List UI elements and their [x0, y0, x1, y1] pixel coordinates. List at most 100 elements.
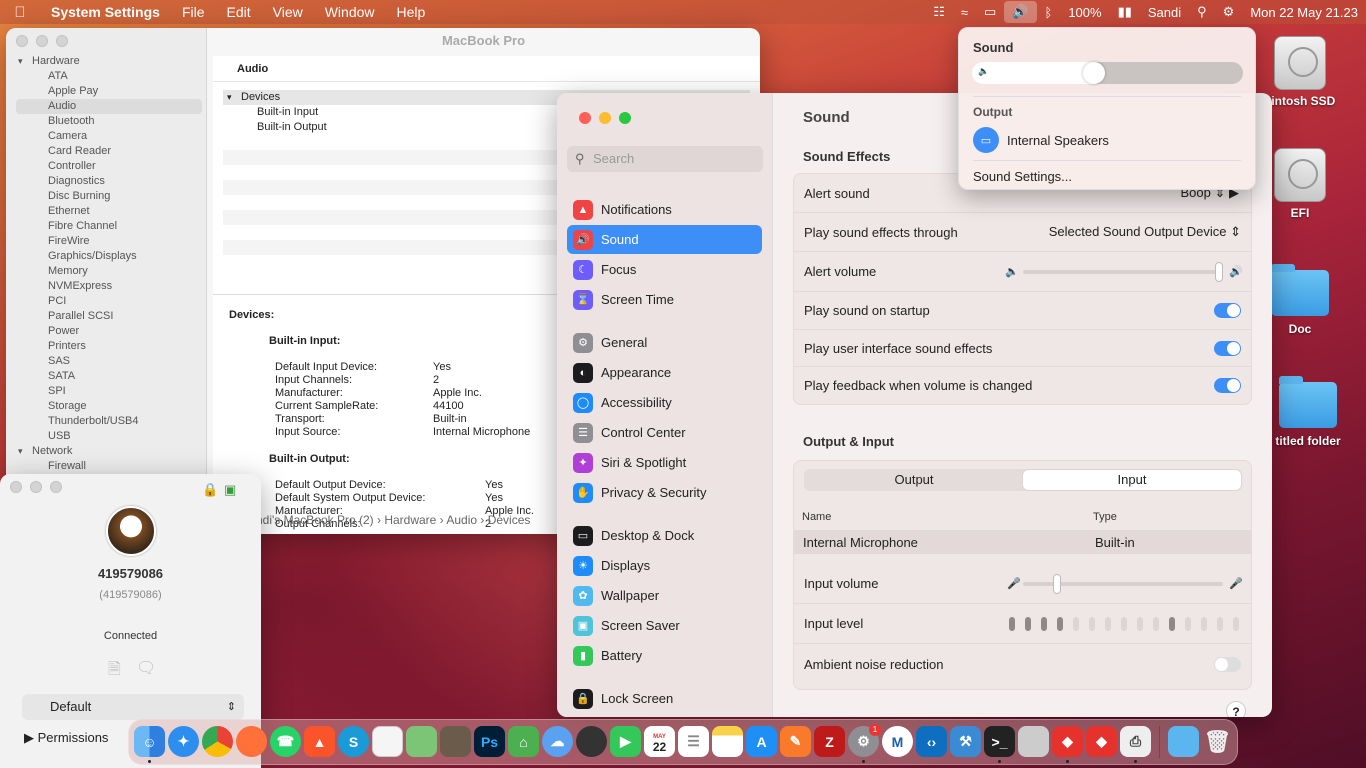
sidebar-item-ethernet[interactable]: Ethernet	[6, 204, 206, 219]
sidebar-item-thunderbolt-usb4[interactable]: Thunderbolt/USB4	[6, 414, 206, 429]
sound-settings-link[interactable]: Sound Settings...	[973, 169, 1072, 184]
safari-icon[interactable]: ✦	[168, 726, 199, 757]
sidebar-item-firewall[interactable]: Firewall	[6, 459, 206, 474]
sidebar-item-usb[interactable]: USB	[6, 429, 206, 444]
user-name[interactable]: Sandi	[1140, 5, 1189, 20]
sidebar-item-siri-spotlight[interactable]: ✦ Siri & Spotlight	[567, 448, 762, 477]
sidebar-item-general[interactable]: ⚙ General	[567, 328, 762, 357]
sidebar-item-camera[interactable]: Camera	[6, 129, 206, 144]
sidebar-item-nvmexpress[interactable]: NVMExpress	[6, 279, 206, 294]
sidebar-item-printers[interactable]: Printers	[6, 339, 206, 354]
cloud-icon[interactable]: ☁	[542, 726, 573, 757]
sidebar-item-displays[interactable]: ☀ Displays	[567, 551, 762, 580]
roblox-icon[interactable]	[1018, 726, 1049, 757]
chrome-icon[interactable]	[202, 726, 233, 757]
sidebar-item-wallpaper[interactable]: ✿ Wallpaper	[567, 581, 762, 610]
tab-output[interactable]: Output	[805, 470, 1023, 490]
play-through-popup[interactable]: Selected Sound Output Device ⇕	[1049, 224, 1241, 240]
brave-icon[interactable]: ▲	[304, 726, 335, 757]
sidebar-item-sound[interactable]: 🔊 Sound	[567, 225, 762, 254]
startup-sound-toggle[interactable]	[1214, 303, 1241, 318]
sidebar-item-control-center[interactable]: ☰ Control Center	[567, 418, 762, 447]
menubar-clock[interactable]: Mon 22 May 21.23	[1242, 5, 1366, 20]
installer-icon[interactable]: ⌂	[508, 726, 539, 757]
anydesk-icon[interactable]: ◆	[1052, 726, 1083, 757]
menu-edit[interactable]: Edit	[216, 4, 262, 20]
minimize-button[interactable]	[36, 35, 48, 47]
sidebar-item-storage[interactable]: Storage	[6, 399, 206, 414]
vscode-icon[interactable]: ‹›	[916, 726, 947, 757]
finder-icon[interactable]: ☺	[134, 726, 165, 757]
trash-icon[interactable]: 🗑	[1202, 726, 1233, 757]
column-header-name[interactable]: Name	[802, 511, 831, 523]
gimp-icon[interactable]	[440, 726, 471, 757]
reminders-icon[interactable]: ☰	[678, 726, 709, 757]
xcode-icon[interactable]: ⚒	[950, 726, 981, 757]
chat-icon[interactable]: 🗨	[136, 658, 156, 678]
sidebar-item-firewire[interactable]: FireWire	[6, 234, 206, 249]
sidebar-item-spi[interactable]: SPI	[6, 384, 206, 399]
apple-menu-icon[interactable]: 	[0, 4, 40, 21]
filezilla-icon[interactable]: Z	[814, 726, 845, 757]
sidebar-item-sata[interactable]: SATA	[6, 369, 206, 384]
sidebar-item-bluetooth[interactable]: Bluetooth	[6, 114, 206, 129]
slider-knob[interactable]	[1082, 62, 1105, 84]
wifi-icon[interactable]: ≈	[953, 5, 976, 20]
sidebar-item-fibre-channel[interactable]: Fibre Channel	[6, 219, 206, 234]
menu-view[interactable]: View	[262, 4, 314, 20]
slider-knob[interactable]	[1053, 573, 1061, 594]
output-volume-slider[interactable]: 🔈	[972, 62, 1243, 84]
sidebar-item-focus[interactable]: ☾ Focus	[567, 255, 762, 284]
sidebar-item-pci[interactable]: PCI	[6, 294, 206, 309]
control-center-icon[interactable]: ⚙	[1215, 4, 1243, 20]
display-icon[interactable]: ▭	[976, 4, 1004, 20]
sidebar-item-card-reader[interactable]: Card Reader	[6, 144, 206, 159]
table-row[interactable]: Internal Microphone Built-in	[794, 530, 1251, 554]
help-button[interactable]: ?	[1226, 701, 1246, 717]
disk-utility-icon[interactable]	[576, 726, 607, 757]
terminal-icon[interactable]: >_	[984, 726, 1015, 757]
pencil-app-icon[interactable]: ✎	[780, 726, 811, 757]
sidebar-item-ata[interactable]: ATA	[6, 69, 206, 84]
zoom-button[interactable]	[56, 35, 68, 47]
menu-app-name[interactable]: System Settings	[40, 4, 171, 20]
document-icon[interactable]	[372, 726, 403, 757]
zoom-button[interactable]	[50, 481, 62, 493]
downloads-folder-icon[interactable]	[1168, 726, 1199, 757]
maps-icon[interactable]	[406, 726, 437, 757]
sidebar-item-graphics-displays[interactable]: Graphics/Displays	[6, 249, 206, 264]
sidebar-item-memory[interactable]: Memory	[6, 264, 206, 279]
sidebar-item-appearance[interactable]: ◐ Appearance	[567, 358, 762, 387]
sidebar-group-hardware[interactable]: Hardware	[6, 54, 206, 69]
sidebar-item-screen-time[interactable]: ⌛ Screen Time	[567, 285, 762, 314]
sidebar-item-power[interactable]: Power	[6, 324, 206, 339]
calendar-icon[interactable]: MAY 22	[644, 726, 675, 757]
app-store-icon[interactable]: A	[746, 726, 777, 757]
printer-icon[interactable]: ⎙	[1120, 726, 1151, 757]
activity-monitor-icon[interactable]: ☷	[925, 4, 953, 20]
noise-reduction-toggle[interactable]	[1214, 656, 1241, 672]
volume-feedback-toggle[interactable]	[1214, 378, 1241, 393]
search-input[interactable]: ⚲ Search	[567, 146, 763, 172]
sidebar-item-privacy-security[interactable]: ✋ Privacy & Security	[567, 478, 762, 507]
close-button[interactable]	[16, 35, 28, 47]
permissions-disclosure[interactable]: ▶ Permissions	[24, 730, 108, 746]
sidebar-item-battery[interactable]: ▮ Battery	[567, 641, 762, 670]
battery-percent[interactable]: 100%	[1060, 5, 1109, 20]
anydesk-alt-icon[interactable]: ◆	[1086, 726, 1117, 757]
sidebar-group-network[interactable]: Network	[6, 444, 206, 459]
column-header-type[interactable]: Type	[1093, 511, 1117, 523]
sidebar-item-notifications[interactable]: ▲ Notifications	[567, 195, 762, 224]
sidebar-item-parallel-scsi[interactable]: Parallel SCSI	[6, 309, 206, 324]
notes-icon[interactable]	[712, 726, 743, 757]
facetime-icon[interactable]: ▶	[610, 726, 641, 757]
menu-help[interactable]: Help	[386, 4, 437, 20]
close-button[interactable]	[10, 481, 22, 493]
battery-icon[interactable]: ▮▮	[1110, 4, 1140, 20]
sidebar-item-sas[interactable]: SAS	[6, 354, 206, 369]
alert-volume-slider[interactable]	[1023, 261, 1223, 282]
sidebar-item-controller[interactable]: Controller	[6, 159, 206, 174]
spotlight-search-icon[interactable]: ⚲	[1189, 4, 1215, 20]
skype-icon[interactable]: S	[338, 726, 369, 757]
sidebar-item-accessibility[interactable]: ◯ Accessibility	[567, 388, 762, 417]
